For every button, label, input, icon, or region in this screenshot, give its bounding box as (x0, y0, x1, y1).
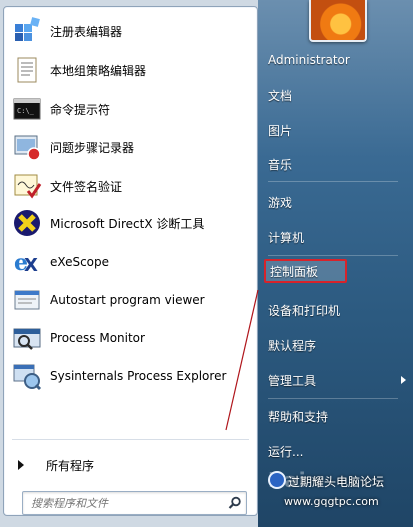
run-label: 运行... (268, 444, 304, 459)
music-label: 音乐 (268, 157, 293, 172)
watermark-logo-icon (268, 471, 286, 489)
program-item-steps-recorder[interactable]: 问题步骤记录器 (12, 130, 250, 164)
registry-editor-icon (12, 16, 42, 46)
devices-printers-label: 设备和打印机 (268, 303, 341, 318)
program-label: eXeScope (50, 255, 110, 269)
user-name: Administrator (268, 53, 350, 67)
pictures-label: 图片 (268, 123, 293, 138)
admin-tools-label: 管理工具 (268, 373, 317, 388)
default-programs-link[interactable]: 默认程序 (268, 332, 408, 358)
watermark: Bai 过期耀头电脑论坛 www.gqgtpc.com (268, 468, 388, 510)
run-link[interactable]: 运行... (268, 438, 408, 464)
svg-text:C:\_: C:\_ (17, 107, 35, 115)
control-panel-link[interactable]: 控制面板 (264, 259, 347, 283)
program-label: 文件签名验证 (50, 179, 123, 194)
command-prompt-icon: C:\_ (12, 94, 42, 124)
program-item-group-policy[interactable]: 本地组策略编辑器 (12, 53, 250, 87)
file-signature-verification-icon (12, 171, 42, 201)
program-label: 注册表编辑器 (50, 24, 123, 39)
computer-label: 计算机 (268, 230, 305, 245)
divider (268, 181, 398, 182)
program-label: Sysinternals Process Explorer (50, 369, 227, 383)
program-label: Process Monitor (50, 331, 145, 345)
user-name-link[interactable]: Administrator (268, 47, 408, 73)
program-label: 问题步骤记录器 (50, 140, 135, 155)
pictures-link[interactable]: 图片 (268, 117, 408, 143)
help-support-label: 帮助和支持 (268, 409, 329, 424)
admin-tools-link[interactable]: 管理工具 (268, 367, 408, 393)
directx-icon (12, 208, 42, 238)
program-label: Microsoft DirectX 诊断工具 (50, 216, 205, 231)
group-policy-editor-icon (12, 55, 42, 85)
search-input[interactable] (29, 494, 223, 512)
submenu-arrow-icon (401, 376, 406, 384)
triangle-right-icon (18, 460, 24, 470)
help-support-link[interactable]: 帮助和支持 (268, 403, 408, 429)
watermark-text: 过期耀头电脑论坛 (288, 475, 385, 489)
autostart-viewer-icon (12, 285, 42, 315)
svg-text:X: X (24, 255, 38, 276)
program-label: 命令提示符 (50, 102, 111, 117)
control-panel-label: 控制面板 (270, 264, 319, 279)
program-item-autostart-viewer[interactable]: Autostart program viewer (12, 283, 250, 317)
music-link[interactable]: 音乐 (268, 151, 408, 177)
program-label: Autostart program viewer (50, 293, 205, 307)
process-monitor-icon (12, 323, 42, 353)
watermark-url: www.gqgtpc.com (284, 495, 379, 508)
program-item-process-monitor[interactable]: Process Monitor (12, 321, 250, 355)
program-item-file-signature[interactable]: 文件签名验证 (12, 169, 250, 203)
documents-label: 文档 (268, 88, 293, 103)
user-avatar[interactable] (309, 0, 367, 42)
program-item-process-explorer[interactable]: Sysinternals Process Explorer (12, 359, 250, 393)
games-link[interactable]: 游戏 (268, 189, 408, 215)
search-icon[interactable] (228, 495, 242, 509)
programs-panel: 注册表编辑器 本地组策略编辑器 C:\_ 命令提示符 问题步骤记录器 文件签名验… (3, 6, 258, 516)
program-label: 本地组策略编辑器 (50, 63, 147, 78)
program-item-exescope[interactable]: e X eXeScope (12, 245, 250, 279)
search-box[interactable] (22, 491, 247, 515)
program-item-registry-editor[interactable]: 注册表编辑器 (12, 14, 250, 48)
process-explorer-icon (12, 361, 42, 391)
documents-link[interactable]: 文档 (268, 82, 408, 108)
default-programs-label: 默认程序 (268, 338, 317, 353)
all-programs-label: 所有程序 (46, 458, 95, 473)
divider (12, 439, 249, 440)
program-item-directx[interactable]: Microsoft DirectX 诊断工具 (12, 206, 250, 240)
program-item-command-prompt[interactable]: C:\_ 命令提示符 (12, 92, 250, 126)
computer-link[interactable]: 计算机 (268, 224, 408, 250)
games-label: 游戏 (268, 195, 293, 210)
exescope-icon: e X (12, 247, 42, 277)
divider (268, 398, 398, 399)
all-programs-button[interactable]: 所有程序 (18, 453, 248, 477)
divider (268, 255, 398, 256)
start-menu: 注册表编辑器 本地组策略编辑器 C:\_ 命令提示符 问题步骤记录器 文件签名验… (0, 0, 413, 527)
steps-recorder-icon (12, 132, 42, 162)
system-links-panel: Administrator 文档 图片 音乐 游戏 计算机 控制面板 设备和打印… (258, 0, 413, 527)
devices-printers-link[interactable]: 设备和打印机 (268, 297, 408, 323)
